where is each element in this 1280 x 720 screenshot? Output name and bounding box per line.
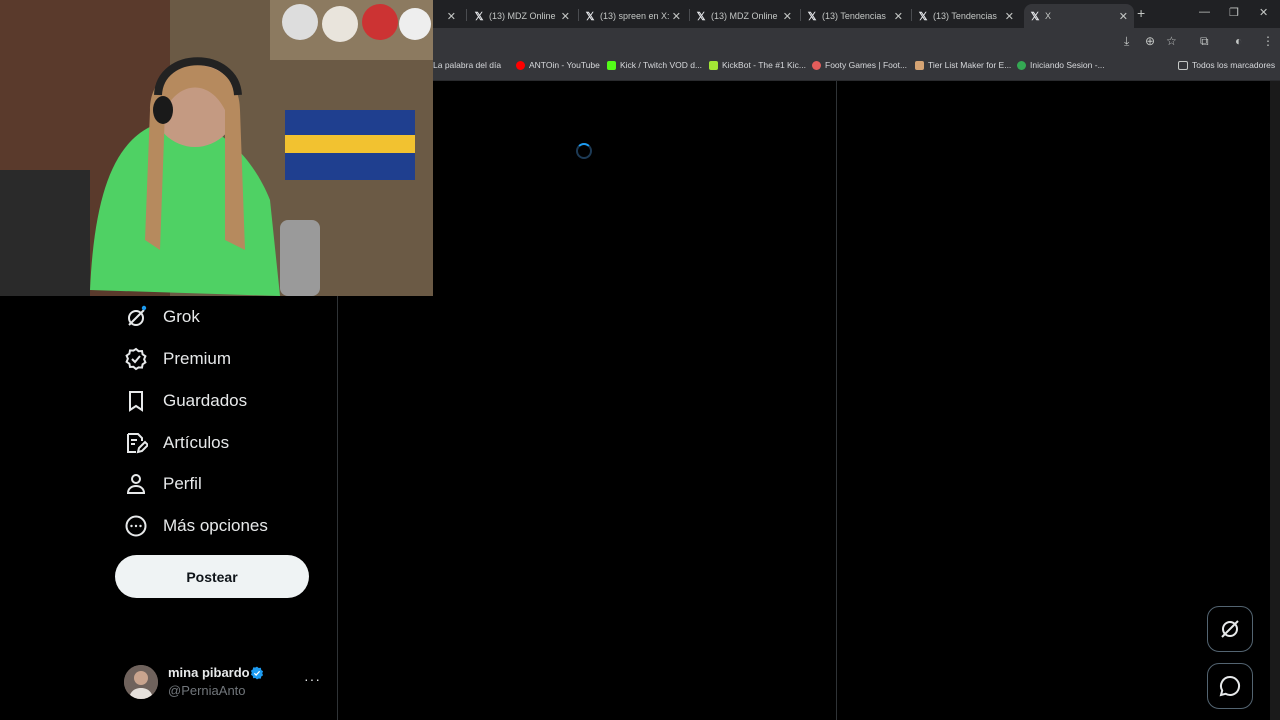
nav-item-label: Grok xyxy=(163,307,200,326)
grok-icon xyxy=(128,305,147,326)
nav-item-mas-opciones[interactable]: Más opciones xyxy=(124,511,268,541)
folder-icon xyxy=(1178,60,1188,70)
minimize-button[interactable]: — xyxy=(1199,6,1210,18)
profile-icon xyxy=(126,474,146,494)
bookmark-item[interactable]: KickBot - The #1 Kic... xyxy=(709,60,806,70)
tab-close-icon[interactable]: ✕ xyxy=(1005,10,1014,23)
nav-item-premium[interactable]: Premium xyxy=(124,344,231,374)
browser-tab[interactable]: 𝕏 (13) Tendencias ✕ xyxy=(916,4,1020,28)
tab-close-icon[interactable]: ✕ xyxy=(894,10,903,23)
extensions-icon[interactable]: ⧉ xyxy=(1200,34,1209,49)
bookmark-label: ANTOin - YouTube xyxy=(529,60,600,70)
premium-icon xyxy=(125,347,147,371)
bookmark-icon xyxy=(129,391,143,412)
nav-item-label: Más opciones xyxy=(163,516,268,535)
bookmark-item[interactable]: Iniciando Sesion -... xyxy=(1017,60,1105,70)
nav-item-guardados[interactable]: Guardados xyxy=(124,386,247,416)
tab-title: (13) MDZ Online xyxy=(489,11,556,21)
webcam-overlay xyxy=(0,0,433,296)
tab-close-icon[interactable]: ✕ xyxy=(672,10,681,23)
account-handle: @PerniaAnto xyxy=(168,683,246,698)
x-logo-icon: 𝕏 xyxy=(918,10,928,23)
kickbot-icon xyxy=(709,60,718,70)
bookmark-item[interactable]: La palabra del día xyxy=(433,60,501,70)
bookmark-label: Kick / Twitch VOD d... xyxy=(620,60,703,70)
browser-tab[interactable]: 𝕏 (13) MDZ Online ✕ xyxy=(694,4,798,28)
browser-tab[interactable]: 𝕏 (13) spreen en X: ✕ xyxy=(583,4,687,28)
footy-games-icon xyxy=(812,60,821,70)
x-logo-icon: 𝕏 xyxy=(474,10,484,23)
browser-tab[interactable]: 𝕏 (13) MDZ Online ✕ xyxy=(472,4,576,28)
zoom-icon[interactable]: ⊕ xyxy=(1145,34,1155,48)
tab-separator xyxy=(800,9,801,21)
bookmark-item[interactable]: ANTOin - YouTube xyxy=(516,60,600,70)
tab-title: (13) Tendencias xyxy=(822,11,886,21)
youtube-icon xyxy=(516,60,525,70)
bookmark-item[interactable]: Kick / Twitch VOD d... xyxy=(607,60,702,70)
tab-close-icon[interactable]: ✕ xyxy=(783,10,792,23)
bookmark-item[interactable]: Footy Games | Foot... xyxy=(812,60,907,70)
nav-item-articulos[interactable]: Artículos xyxy=(124,428,229,458)
nav-item-label: Artículos xyxy=(163,433,230,452)
tab-close-icon[interactable]: ✕ xyxy=(1119,10,1128,23)
new-tab-button[interactable]: + xyxy=(1137,5,1145,21)
bookmark-label: Todos los marcadores xyxy=(1192,60,1276,70)
tab-title: (13) MDZ Online xyxy=(711,11,778,21)
bookmark-label: La palabra del día xyxy=(433,60,502,70)
tab-close-icon[interactable]: ✕ xyxy=(561,10,570,23)
account-switcher[interactable]: mina pibardo @PerniaAnto ··· xyxy=(124,662,324,700)
messages-fab-button[interactable] xyxy=(1207,663,1253,709)
more-options-icon xyxy=(125,515,147,537)
account-display-name: mina pibardo xyxy=(168,665,250,680)
all-bookmarks-folder[interactable]: Todos los marcadores xyxy=(1178,60,1275,70)
x-logo-icon: 𝕏 xyxy=(696,10,706,23)
nav-item-perfil[interactable]: Perfil xyxy=(124,469,202,499)
verified-badge-icon xyxy=(250,666,264,680)
page-scrollbar[interactable] xyxy=(1270,81,1280,720)
install-app-icon[interactable]: ⤓ xyxy=(1124,34,1129,49)
x-logo-icon: 𝕏 xyxy=(585,10,595,23)
avatar xyxy=(124,665,158,699)
x-logo-icon: 𝕏 xyxy=(1030,10,1040,23)
bookmark-item[interactable]: Tier List Maker for E... xyxy=(915,60,1011,70)
articles-icon xyxy=(127,433,148,454)
nav-item-label: Premium xyxy=(163,349,232,368)
account-more-icon[interactable]: ··· xyxy=(304,671,321,687)
bookmark-label: Tier List Maker for E... xyxy=(928,60,1012,70)
nav-item-label: Perfil xyxy=(163,474,202,493)
grok-icon xyxy=(1221,620,1239,638)
x-logo-icon: 𝕏 xyxy=(807,10,817,23)
column-divider xyxy=(836,81,837,720)
bookmark-label: KickBot - The #1 Kic... xyxy=(722,60,806,70)
tier-list-icon xyxy=(915,60,924,70)
post-button[interactable]: Postear xyxy=(115,555,309,598)
tab-title: X xyxy=(1045,11,1052,21)
loading-spinner xyxy=(576,143,592,159)
nav-item-label: Guardados xyxy=(163,391,248,410)
partial-tab[interactable]: ✕ xyxy=(434,4,462,28)
chat-bubble-icon xyxy=(1219,675,1241,697)
tab-title: (13) Tendencias xyxy=(933,11,997,21)
tab-separator xyxy=(911,9,912,21)
profile-avatar-icon[interactable]: ◐ xyxy=(1235,34,1242,48)
webcam-feed-image xyxy=(0,0,433,296)
tab-separator xyxy=(578,9,579,21)
kick-icon xyxy=(607,60,616,70)
star-bookmark-icon[interactable]: ☆ xyxy=(1166,34,1177,48)
nav-item-grok[interactable]: Grok xyxy=(124,302,200,332)
window-close-button[interactable]: ✕ xyxy=(1259,6,1268,19)
browser-menu-icon[interactable]: ⋮ xyxy=(1262,34,1274,48)
grok-fab-button[interactable] xyxy=(1207,606,1253,652)
bookmark-label: Footy Games | Foot... xyxy=(825,60,908,70)
browser-tab-active[interactable]: 𝕏 X ✕ xyxy=(1024,4,1134,28)
browser-tab[interactable]: 𝕏 (13) Tendencias ✕ xyxy=(805,4,909,28)
tab-title: (13) spreen en X: xyxy=(600,11,670,21)
tab-separator xyxy=(689,9,690,21)
tab-separator xyxy=(466,9,467,21)
restore-button[interactable]: ❐ xyxy=(1229,6,1239,19)
tab-close-icon[interactable]: ✕ xyxy=(447,10,456,23)
login-site-icon xyxy=(1017,60,1026,70)
bookmark-label: Iniciando Sesion -... xyxy=(1030,60,1105,70)
